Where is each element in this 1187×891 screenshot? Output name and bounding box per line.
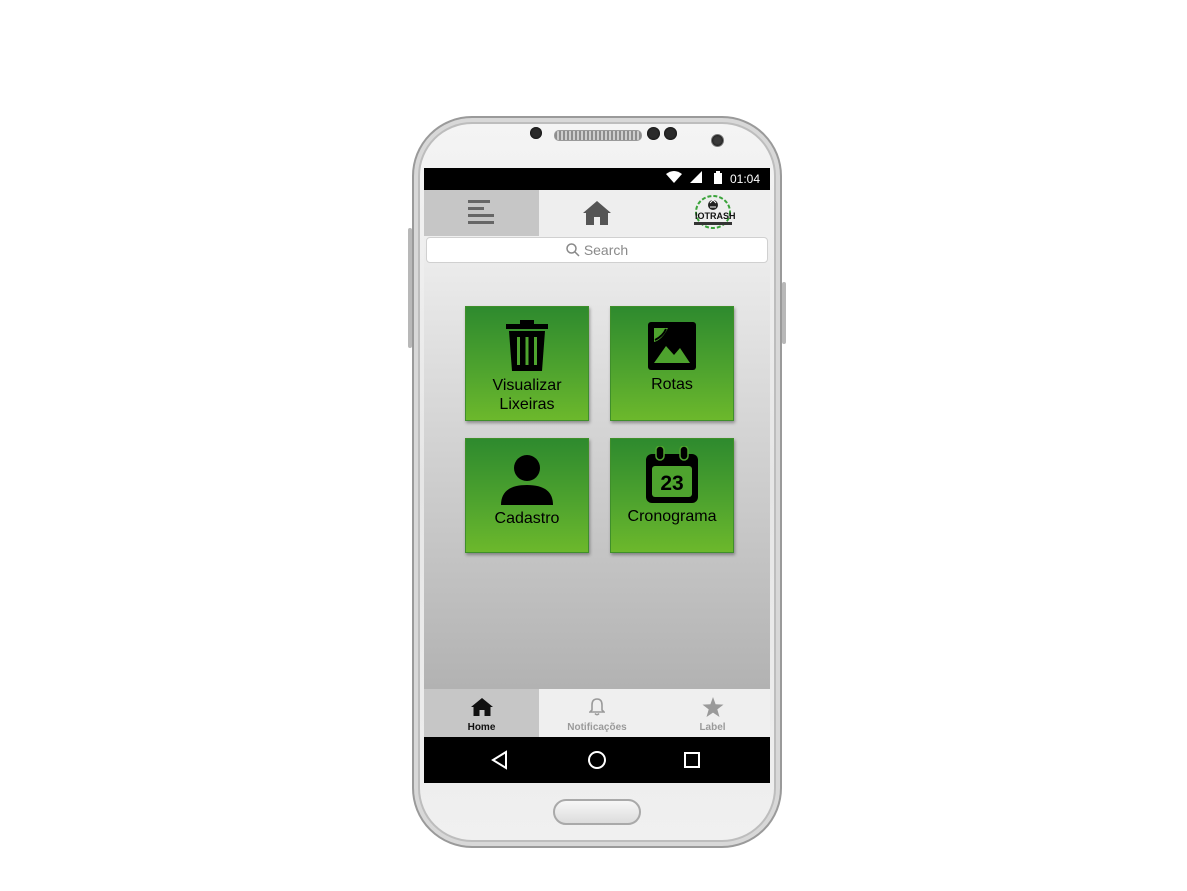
proximity-sensor: [530, 127, 542, 139]
status-time: 01:04: [729, 172, 760, 186]
app-bar: IOTRASH: [424, 190, 770, 236]
bottom-navigation: Home Notificações Label: [424, 689, 770, 737]
bottom-nav-label: Home: [467, 722, 496, 733]
tile-cadastro[interactable]: Cadastro: [465, 438, 589, 553]
main-content: Search Visualizar Lixeiras Rotas Cadastr…: [424, 236, 770, 689]
star-icon: [702, 697, 723, 717]
bottom-nav-label-tab[interactable]: Label: [655, 689, 770, 737]
person-icon: [501, 455, 553, 505]
search-placeholder: Search: [583, 242, 629, 258]
menu-button[interactable]: [424, 190, 539, 236]
home-circle-icon[interactable]: [587, 750, 607, 770]
home-icon: [470, 698, 493, 716]
image-icon: [648, 322, 696, 370]
system-navigation-bar: [424, 737, 770, 783]
phone-screen: 01:04 IOTRASH Search Visualizar Lixeiras…: [424, 168, 770, 783]
tile-cronograma[interactable]: 23 Cronograma: [610, 438, 734, 553]
search-bar[interactable]: Search: [426, 237, 768, 263]
home-icon: [583, 201, 611, 225]
tile-label: Cadastro: [494, 510, 560, 527]
back-icon[interactable]: [490, 750, 510, 770]
earpiece-speaker: [554, 130, 642, 141]
bottom-nav-label: Notificações: [567, 722, 627, 733]
tile-label: Cronograma: [627, 508, 717, 525]
hamburger-menu-icon: [468, 200, 494, 224]
bell-icon: [589, 698, 605, 716]
tile-label-line2: Lixeiras: [499, 396, 555, 413]
wifi-icon: [666, 171, 682, 187]
front-camera: [711, 134, 724, 147]
tile-label: Rotas: [651, 376, 693, 393]
bottom-nav-home[interactable]: Home: [424, 689, 539, 737]
light-sensor: [647, 127, 660, 140]
power-button: [782, 282, 786, 344]
tile-label-line1: Visualizar: [492, 377, 562, 394]
signal-icon: [690, 171, 703, 187]
recents-icon[interactable]: [682, 750, 702, 770]
battery-icon: [714, 171, 722, 187]
search-icon: [566, 243, 580, 257]
status-bar: 01:04: [424, 168, 770, 190]
tile-rotas[interactable]: Rotas: [610, 306, 734, 421]
tile-visualizar-lixeiras[interactable]: Visualizar Lixeiras: [465, 306, 589, 421]
logo-text: IOTRASH: [695, 211, 736, 221]
calendar-day-number: 23: [660, 472, 683, 495]
home-button[interactable]: [539, 190, 655, 236]
light-sensor-2: [664, 127, 677, 140]
bottom-nav-label: Label: [699, 722, 726, 733]
calendar-icon: 23: [646, 446, 698, 503]
bottom-nav-notificacoes[interactable]: Notificações: [539, 689, 655, 737]
trash-icon: [506, 320, 548, 371]
hardware-home-button[interactable]: [553, 799, 641, 825]
app-logo: IOTRASH: [655, 190, 770, 236]
